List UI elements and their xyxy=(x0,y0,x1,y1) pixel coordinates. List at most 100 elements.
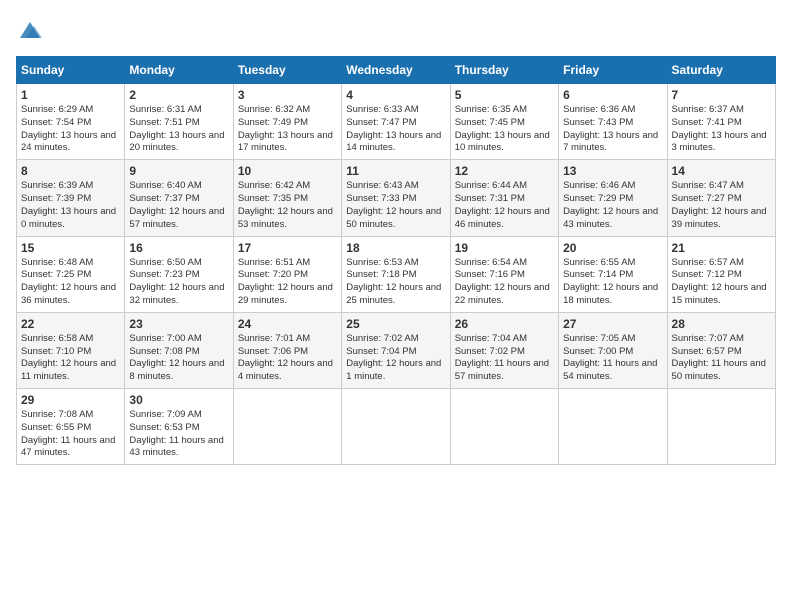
day-number: 6 xyxy=(563,88,662,102)
day-number: 15 xyxy=(21,241,120,255)
empty-cell xyxy=(667,389,775,465)
day-info: Sunrise: 7:09 AMSunset: 6:53 PMDaylight:… xyxy=(129,409,223,458)
day-info: Sunrise: 6:51 AMSunset: 7:20 PMDaylight:… xyxy=(238,257,333,306)
day-cell-2: 2 Sunrise: 6:31 AMSunset: 7:51 PMDayligh… xyxy=(125,84,233,160)
day-info: Sunrise: 6:31 AMSunset: 7:51 PMDaylight:… xyxy=(129,104,224,153)
day-info: Sunrise: 6:42 AMSunset: 7:35 PMDaylight:… xyxy=(238,180,333,229)
day-cell-28: 28 Sunrise: 7:07 AMSunset: 6:57 PMDaylig… xyxy=(667,312,775,388)
day-cell-7: 7 Sunrise: 6:37 AMSunset: 7:41 PMDayligh… xyxy=(667,84,775,160)
day-info: Sunrise: 6:39 AMSunset: 7:39 PMDaylight:… xyxy=(21,180,116,229)
day-cell-8: 8 Sunrise: 6:39 AMSunset: 7:39 PMDayligh… xyxy=(17,160,125,236)
day-info: Sunrise: 7:01 AMSunset: 7:06 PMDaylight:… xyxy=(238,333,333,382)
day-info: Sunrise: 6:58 AMSunset: 7:10 PMDaylight:… xyxy=(21,333,116,382)
calendar-week-4: 22 Sunrise: 6:58 AMSunset: 7:10 PMDaylig… xyxy=(17,312,776,388)
day-number: 23 xyxy=(129,317,228,331)
day-cell-23: 23 Sunrise: 7:00 AMSunset: 7:08 PMDaylig… xyxy=(125,312,233,388)
day-info: Sunrise: 7:00 AMSunset: 7:08 PMDaylight:… xyxy=(129,333,224,382)
day-info: Sunrise: 6:43 AMSunset: 7:33 PMDaylight:… xyxy=(346,180,441,229)
day-info: Sunrise: 7:02 AMSunset: 7:04 PMDaylight:… xyxy=(346,333,441,382)
day-number: 22 xyxy=(21,317,120,331)
day-cell-13: 13 Sunrise: 6:46 AMSunset: 7:29 PMDaylig… xyxy=(559,160,667,236)
day-info: Sunrise: 6:35 AMSunset: 7:45 PMDaylight:… xyxy=(455,104,550,153)
day-cell-9: 9 Sunrise: 6:40 AMSunset: 7:37 PMDayligh… xyxy=(125,160,233,236)
day-number: 25 xyxy=(346,317,445,331)
day-cell-14: 14 Sunrise: 6:47 AMSunset: 7:27 PMDaylig… xyxy=(667,160,775,236)
day-cell-1: 1 Sunrise: 6:29 AMSunset: 7:54 PMDayligh… xyxy=(17,84,125,160)
day-number: 11 xyxy=(346,164,445,178)
day-info: Sunrise: 6:32 AMSunset: 7:49 PMDaylight:… xyxy=(238,104,333,153)
column-header-tuesday: Tuesday xyxy=(233,57,341,84)
logo xyxy=(16,16,48,44)
day-cell-30: 30 Sunrise: 7:09 AMSunset: 6:53 PMDaylig… xyxy=(125,389,233,465)
day-cell-26: 26 Sunrise: 7:04 AMSunset: 7:02 PMDaylig… xyxy=(450,312,558,388)
logo-icon xyxy=(16,16,44,44)
day-info: Sunrise: 6:37 AMSunset: 7:41 PMDaylight:… xyxy=(672,104,767,153)
day-number: 30 xyxy=(129,393,228,407)
day-info: Sunrise: 7:05 AMSunset: 7:00 PMDaylight:… xyxy=(563,333,657,382)
day-cell-12: 12 Sunrise: 6:44 AMSunset: 7:31 PMDaylig… xyxy=(450,160,558,236)
calendar-week-5: 29 Sunrise: 7:08 AMSunset: 6:55 PMDaylig… xyxy=(17,389,776,465)
day-number: 28 xyxy=(672,317,771,331)
day-number: 5 xyxy=(455,88,554,102)
calendar-week-3: 15 Sunrise: 6:48 AMSunset: 7:25 PMDaylig… xyxy=(17,236,776,312)
day-cell-20: 20 Sunrise: 6:55 AMSunset: 7:14 PMDaylig… xyxy=(559,236,667,312)
calendar-header-row: SundayMondayTuesdayWednesdayThursdayFrid… xyxy=(17,57,776,84)
day-number: 8 xyxy=(21,164,120,178)
day-number: 7 xyxy=(672,88,771,102)
day-info: Sunrise: 7:08 AMSunset: 6:55 PMDaylight:… xyxy=(21,409,115,458)
day-info: Sunrise: 6:36 AMSunset: 7:43 PMDaylight:… xyxy=(563,104,658,153)
day-info: Sunrise: 6:48 AMSunset: 7:25 PMDaylight:… xyxy=(21,257,116,306)
day-cell-24: 24 Sunrise: 7:01 AMSunset: 7:06 PMDaylig… xyxy=(233,312,341,388)
day-number: 27 xyxy=(563,317,662,331)
empty-cell xyxy=(233,389,341,465)
day-info: Sunrise: 6:54 AMSunset: 7:16 PMDaylight:… xyxy=(455,257,550,306)
column-header-thursday: Thursday xyxy=(450,57,558,84)
day-number: 10 xyxy=(238,164,337,178)
column-header-friday: Friday xyxy=(559,57,667,84)
day-info: Sunrise: 6:50 AMSunset: 7:23 PMDaylight:… xyxy=(129,257,224,306)
day-number: 29 xyxy=(21,393,120,407)
day-number: 14 xyxy=(672,164,771,178)
day-cell-4: 4 Sunrise: 6:33 AMSunset: 7:47 PMDayligh… xyxy=(342,84,450,160)
day-number: 4 xyxy=(346,88,445,102)
day-info: Sunrise: 6:57 AMSunset: 7:12 PMDaylight:… xyxy=(672,257,767,306)
day-cell-6: 6 Sunrise: 6:36 AMSunset: 7:43 PMDayligh… xyxy=(559,84,667,160)
day-cell-25: 25 Sunrise: 7:02 AMSunset: 7:04 PMDaylig… xyxy=(342,312,450,388)
day-info: Sunrise: 6:47 AMSunset: 7:27 PMDaylight:… xyxy=(672,180,767,229)
page-header xyxy=(16,16,776,44)
day-number: 19 xyxy=(455,241,554,255)
day-cell-11: 11 Sunrise: 6:43 AMSunset: 7:33 PMDaylig… xyxy=(342,160,450,236)
day-number: 2 xyxy=(129,88,228,102)
column-header-saturday: Saturday xyxy=(667,57,775,84)
day-cell-19: 19 Sunrise: 6:54 AMSunset: 7:16 PMDaylig… xyxy=(450,236,558,312)
column-header-wednesday: Wednesday xyxy=(342,57,450,84)
calendar-week-2: 8 Sunrise: 6:39 AMSunset: 7:39 PMDayligh… xyxy=(17,160,776,236)
day-info: Sunrise: 7:04 AMSunset: 7:02 PMDaylight:… xyxy=(455,333,549,382)
day-cell-5: 5 Sunrise: 6:35 AMSunset: 7:45 PMDayligh… xyxy=(450,84,558,160)
day-cell-15: 15 Sunrise: 6:48 AMSunset: 7:25 PMDaylig… xyxy=(17,236,125,312)
day-info: Sunrise: 7:07 AMSunset: 6:57 PMDaylight:… xyxy=(672,333,766,382)
day-number: 18 xyxy=(346,241,445,255)
day-info: Sunrise: 6:29 AMSunset: 7:54 PMDaylight:… xyxy=(21,104,116,153)
day-info: Sunrise: 6:53 AMSunset: 7:18 PMDaylight:… xyxy=(346,257,441,306)
day-number: 17 xyxy=(238,241,337,255)
calendar-week-1: 1 Sunrise: 6:29 AMSunset: 7:54 PMDayligh… xyxy=(17,84,776,160)
day-number: 1 xyxy=(21,88,120,102)
day-number: 24 xyxy=(238,317,337,331)
day-number: 13 xyxy=(563,164,662,178)
column-header-sunday: Sunday xyxy=(17,57,125,84)
day-cell-18: 18 Sunrise: 6:53 AMSunset: 7:18 PMDaylig… xyxy=(342,236,450,312)
day-cell-27: 27 Sunrise: 7:05 AMSunset: 7:00 PMDaylig… xyxy=(559,312,667,388)
empty-cell xyxy=(342,389,450,465)
column-header-monday: Monday xyxy=(125,57,233,84)
day-number: 9 xyxy=(129,164,228,178)
day-number: 21 xyxy=(672,241,771,255)
day-number: 26 xyxy=(455,317,554,331)
day-number: 12 xyxy=(455,164,554,178)
day-number: 16 xyxy=(129,241,228,255)
day-number: 3 xyxy=(238,88,337,102)
empty-cell xyxy=(450,389,558,465)
day-cell-16: 16 Sunrise: 6:50 AMSunset: 7:23 PMDaylig… xyxy=(125,236,233,312)
empty-cell xyxy=(559,389,667,465)
day-cell-3: 3 Sunrise: 6:32 AMSunset: 7:49 PMDayligh… xyxy=(233,84,341,160)
